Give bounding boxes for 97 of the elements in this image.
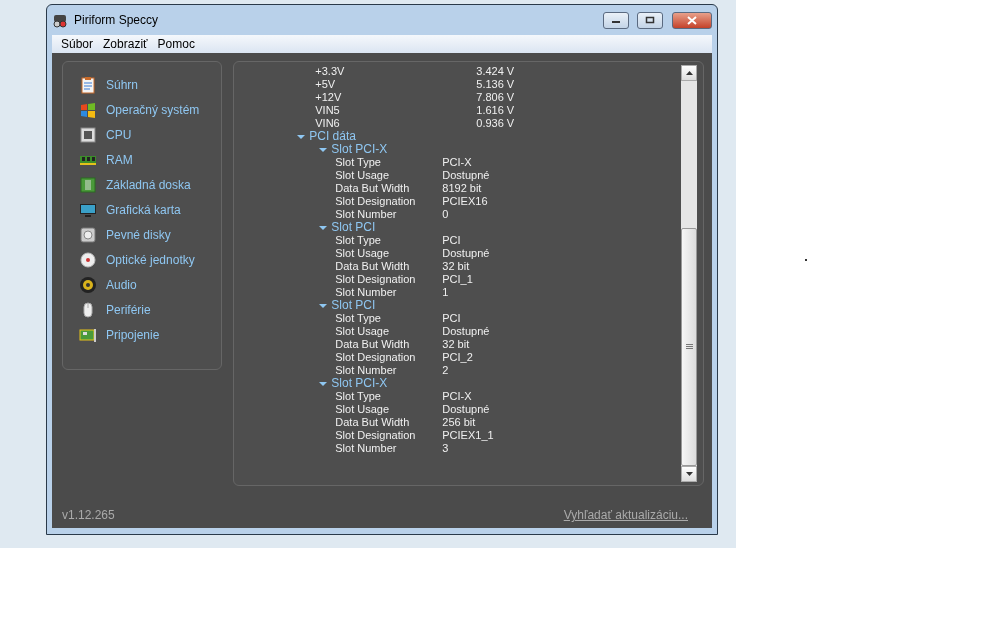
scrollbar[interactable] — [681, 65, 697, 482]
tree-node[interactable]: Slot PCI-X — [331, 377, 388, 390]
property-value: PCI_1 — [442, 273, 473, 286]
sidebar-item[interactable]: Základná doska — [77, 172, 217, 197]
property-value: 256 bit — [442, 416, 476, 429]
property-value: PCI_2 — [442, 351, 473, 364]
property-label: Slot Number — [335, 208, 398, 221]
tree-node[interactable]: Slot PCI — [331, 299, 376, 312]
sidebar-item[interactable]: RAM — [77, 147, 217, 172]
expand-arrow-icon[interactable] — [297, 133, 306, 140]
update-link[interactable]: Vyhľadať aktualizáciu... — [563, 508, 688, 522]
sidebar-item[interactable]: Súhrn — [77, 72, 217, 97]
scroll-up-button[interactable] — [681, 65, 697, 81]
property-label: Data But Width — [335, 182, 411, 195]
tree-node[interactable]: Slot PCI — [331, 221, 376, 234]
sensor-label: +5V — [315, 78, 337, 91]
app-icon — [52, 12, 68, 28]
category-icon — [79, 275, 97, 294]
property-label: Slot Usage — [335, 403, 391, 416]
sidebar-item[interactable]: Optické jednotky — [77, 247, 217, 272]
property-value: PCI — [442, 312, 461, 325]
sensor-value: 1.616 V — [476, 104, 515, 117]
property-label: Slot Designation — [335, 195, 417, 208]
property-label: Slot Designation — [335, 429, 417, 442]
sidebar-item[interactable]: Operačný systém — [77, 97, 217, 122]
property-label: Slot Number — [335, 364, 398, 377]
maximize-icon — [645, 16, 655, 24]
property-label: Data But Width — [335, 416, 411, 429]
category-icon — [79, 125, 97, 144]
property-label: Slot Usage — [335, 325, 391, 338]
sidebar-item[interactable]: Periférie — [77, 297, 217, 322]
expand-arrow-icon[interactable] — [319, 146, 328, 153]
property-value: 2 — [442, 364, 449, 377]
up-arrow-icon — [685, 71, 693, 75]
sensor-value: 7.806 V — [476, 91, 515, 104]
property-value: 0 — [442, 208, 449, 221]
property-value: Dostupné — [442, 325, 490, 338]
expand-arrow-icon[interactable] — [319, 224, 328, 231]
property-label: Slot Type — [335, 156, 382, 169]
expand-arrow-icon[interactable] — [319, 380, 328, 387]
maximize-button[interactable] — [637, 11, 663, 29]
tree-node[interactable]: Slot PCI-X — [331, 143, 388, 156]
property-label: Slot Number — [335, 286, 398, 299]
sensor-label: VIN5 — [315, 104, 341, 117]
property-label: Slot Usage — [335, 247, 391, 260]
grip-icon — [685, 344, 693, 350]
category-icon — [79, 75, 97, 94]
sensor-label: VIN6 — [315, 117, 341, 130]
property-value: PCI-X — [442, 156, 472, 169]
category-icon — [79, 250, 97, 269]
menu-item[interactable]: Pomoc — [152, 37, 200, 51]
property-label: Slot Number — [335, 442, 398, 455]
expand-arrow-icon[interactable] — [319, 302, 328, 309]
sensor-label: +12V — [315, 91, 343, 104]
scroll-thumb[interactable] — [681, 228, 697, 466]
property-value: PCI-X — [442, 390, 472, 403]
sensor-label: +3.3V — [315, 65, 346, 78]
sensor-value: 5.136 V — [476, 78, 515, 91]
category-icon — [79, 100, 97, 119]
property-value: Dostupné — [442, 247, 490, 260]
close-icon — [687, 15, 697, 25]
minimize-button[interactable] — [603, 11, 629, 29]
property-value: Dostupné — [442, 169, 490, 182]
property-value: 32 bit — [442, 260, 470, 273]
property-label: Slot Designation — [335, 351, 417, 364]
sidebar-item[interactable]: Grafická karta — [77, 197, 217, 222]
menu-item[interactable]: Zobraziť — [98, 37, 153, 51]
sidebar-item[interactable]: Audio — [77, 272, 217, 297]
window-title: Piriform Speccy — [74, 13, 160, 27]
tree-node[interactable]: PCI dáta — [309, 130, 356, 143]
sensor-value: 0.936 V — [476, 117, 515, 130]
property-value: 1 — [442, 286, 449, 299]
property-value: 8192 bit — [442, 182, 482, 195]
sidebar-item[interactable]: Pevné disky — [77, 222, 217, 247]
down-arrow-icon — [685, 472, 693, 476]
property-label: Slot Type — [335, 390, 382, 403]
sensor-value: 3.424 V — [476, 65, 515, 78]
category-icon — [79, 225, 97, 244]
property-label: Slot Type — [335, 234, 382, 247]
close-button[interactable] — [672, 11, 712, 29]
version-label: v1.12.265 — [62, 508, 115, 522]
category-icon — [79, 175, 97, 194]
sidebar-item[interactable]: CPU — [77, 122, 217, 147]
property-label: Slot Usage — [335, 169, 391, 182]
sidebar-item[interactable]: Pripojenie — [77, 322, 217, 347]
property-value: 3 — [442, 442, 449, 455]
property-value: 32 bit — [442, 338, 470, 351]
scroll-down-button[interactable] — [681, 466, 697, 482]
property-value: PCI — [442, 234, 461, 247]
menu-item[interactable]: Súbor — [56, 37, 99, 51]
property-label: Data But Width — [335, 338, 411, 351]
property-label: Slot Designation — [335, 273, 417, 286]
property-value: PCIEX16 — [442, 195, 488, 208]
property-value: PCIEX1_1 — [442, 429, 494, 442]
property-label: Slot Type — [335, 312, 382, 325]
property-label: Data But Width — [335, 260, 411, 273]
property-value: Dostupné — [442, 403, 490, 416]
